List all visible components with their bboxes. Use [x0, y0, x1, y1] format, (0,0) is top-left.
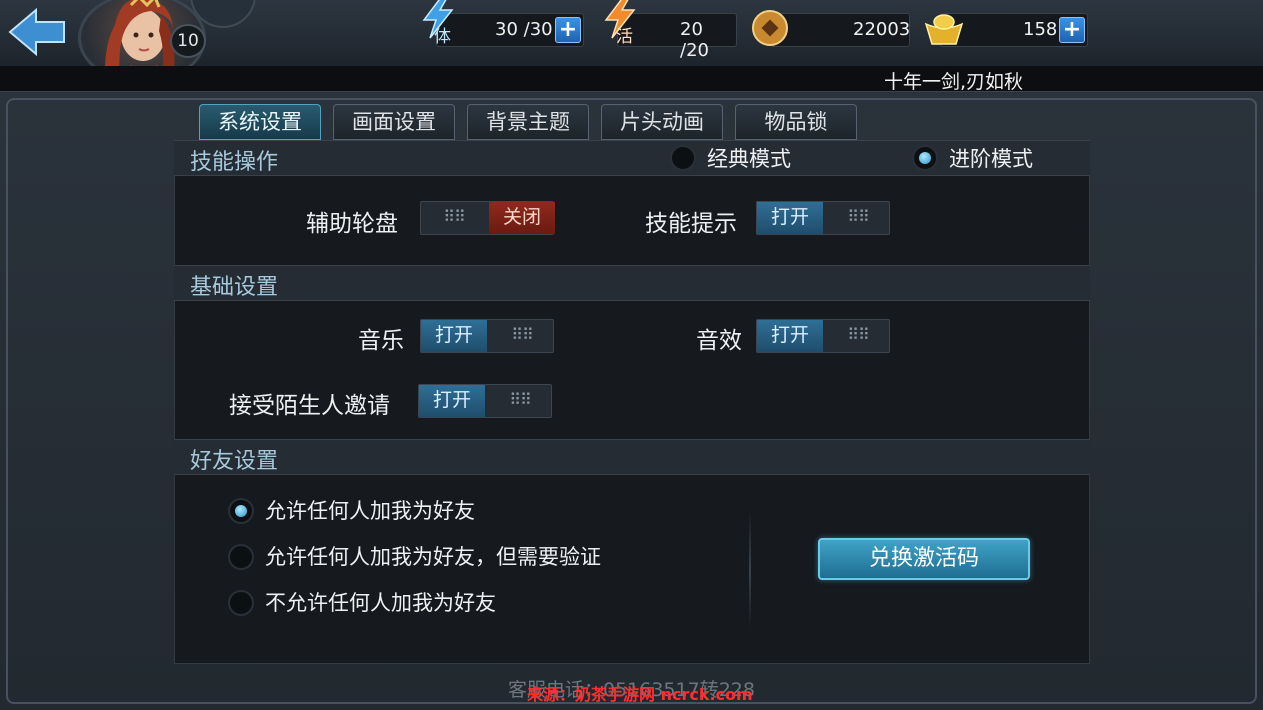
classic-mode-label: 经典模式 — [707, 147, 791, 171]
stamina-display: 30 /30 + — [436, 13, 584, 47]
skill-hint-label: 技能提示 — [645, 211, 737, 237]
music-label: 音乐 — [358, 328, 404, 354]
stranger-invite-label: 接受陌生人邀请 — [229, 393, 390, 419]
sfx-toggle[interactable]: 打开 ⠿⠿ — [756, 319, 890, 353]
gold-value: 158 — [1023, 19, 1058, 40]
grip-dots-icon: ⠿⠿ — [443, 207, 465, 226]
skill-hint-state: 打开 — [757, 202, 823, 234]
friend-option-radio-any[interactable] — [228, 498, 254, 524]
grip-dots-icon: ⠿⠿ — [511, 325, 533, 344]
music-state: 打开 — [421, 320, 487, 352]
skill-hint-toggle[interactable]: 打开 ⠿⠿ — [756, 201, 890, 235]
classic-mode-radio[interactable] — [670, 145, 696, 171]
sfx-state: 打开 — [757, 320, 823, 352]
section-divider — [749, 510, 751, 630]
friend-option-any[interactable]: 允许任何人加我为好友 — [265, 495, 475, 525]
tab-system-settings[interactable]: 系统设置 — [199, 104, 321, 140]
tab-background-theme[interactable]: 背景主题 — [467, 104, 589, 140]
friend-section-header: 好友设置 — [174, 439, 1090, 475]
stamina-icon-label: 体 — [434, 27, 451, 47]
assist-wheel-toggle[interactable]: ⠿⠿ 关闭 — [420, 201, 555, 235]
advanced-mode-radio[interactable] — [912, 145, 938, 171]
friend-option-verify[interactable]: 允许任何人加我为好友，但需要验证 — [265, 541, 601, 571]
grip-dots-icon: ⠿⠿ — [847, 325, 869, 344]
advanced-mode-label: 进阶模式 — [949, 147, 1033, 171]
tab-item-lock[interactable]: 物品锁 — [735, 104, 857, 140]
add-stamina-button[interactable]: + — [555, 17, 581, 43]
tab-graphics-settings[interactable]: 画面设置 — [333, 104, 455, 140]
marquee-text: 十年一剑,刃如秋 — [883, 71, 1023, 93]
redeem-code-button[interactable]: 兑换激活码 — [818, 538, 1030, 580]
level-badge: 10 — [170, 24, 206, 58]
tab-opening-animation[interactable]: 片头动画 — [601, 104, 723, 140]
music-toggle[interactable]: 打开 ⠿⠿ — [420, 319, 554, 353]
coin-value: 22003 — [853, 19, 911, 40]
skill-section-title: 技能操作 — [190, 150, 279, 175]
stamina-value: 30 /30 — [495, 19, 553, 40]
assist-wheel-state: 关闭 — [489, 202, 555, 234]
grip-dots-icon: ⠿⠿ — [847, 207, 869, 226]
grip-dots-icon: ⠿⠿ — [509, 390, 531, 409]
activity-value: 20 /20 — [680, 19, 709, 61]
friend-section-title: 好友设置 — [190, 449, 279, 474]
top-bar: 10 30 /30 + 体 20 /20 活 22003 158 + — [0, 0, 1263, 84]
add-gold-button[interactable]: + — [1059, 17, 1085, 43]
stranger-invite-state: 打开 — [419, 385, 485, 417]
coin-display: 22003 — [770, 13, 910, 47]
basic-section-title: 基础设置 — [190, 275, 279, 300]
activity-icon-label: 活 — [616, 27, 633, 47]
source-watermark: 来源：奶茶手游网 ncrck.com — [527, 685, 753, 704]
gold-ingot-icon — [924, 14, 964, 45]
copper-coin-icon — [752, 10, 788, 46]
back-arrow-icon[interactable] — [6, 6, 68, 58]
marquee-bar: 十年一剑,刃如秋 — [0, 66, 1263, 93]
basic-section-header: 基础设置 — [174, 265, 1090, 301]
assist-wheel-label: 辅助轮盘 — [306, 211, 398, 237]
stranger-invite-toggle[interactable]: 打开 ⠿⠿ — [418, 384, 552, 418]
friend-option-none[interactable]: 不允许任何人加我为好友 — [265, 587, 496, 617]
friend-option-radio-none[interactable] — [228, 590, 254, 616]
sfx-label: 音效 — [696, 328, 742, 354]
friend-option-radio-verify[interactable] — [228, 544, 254, 570]
